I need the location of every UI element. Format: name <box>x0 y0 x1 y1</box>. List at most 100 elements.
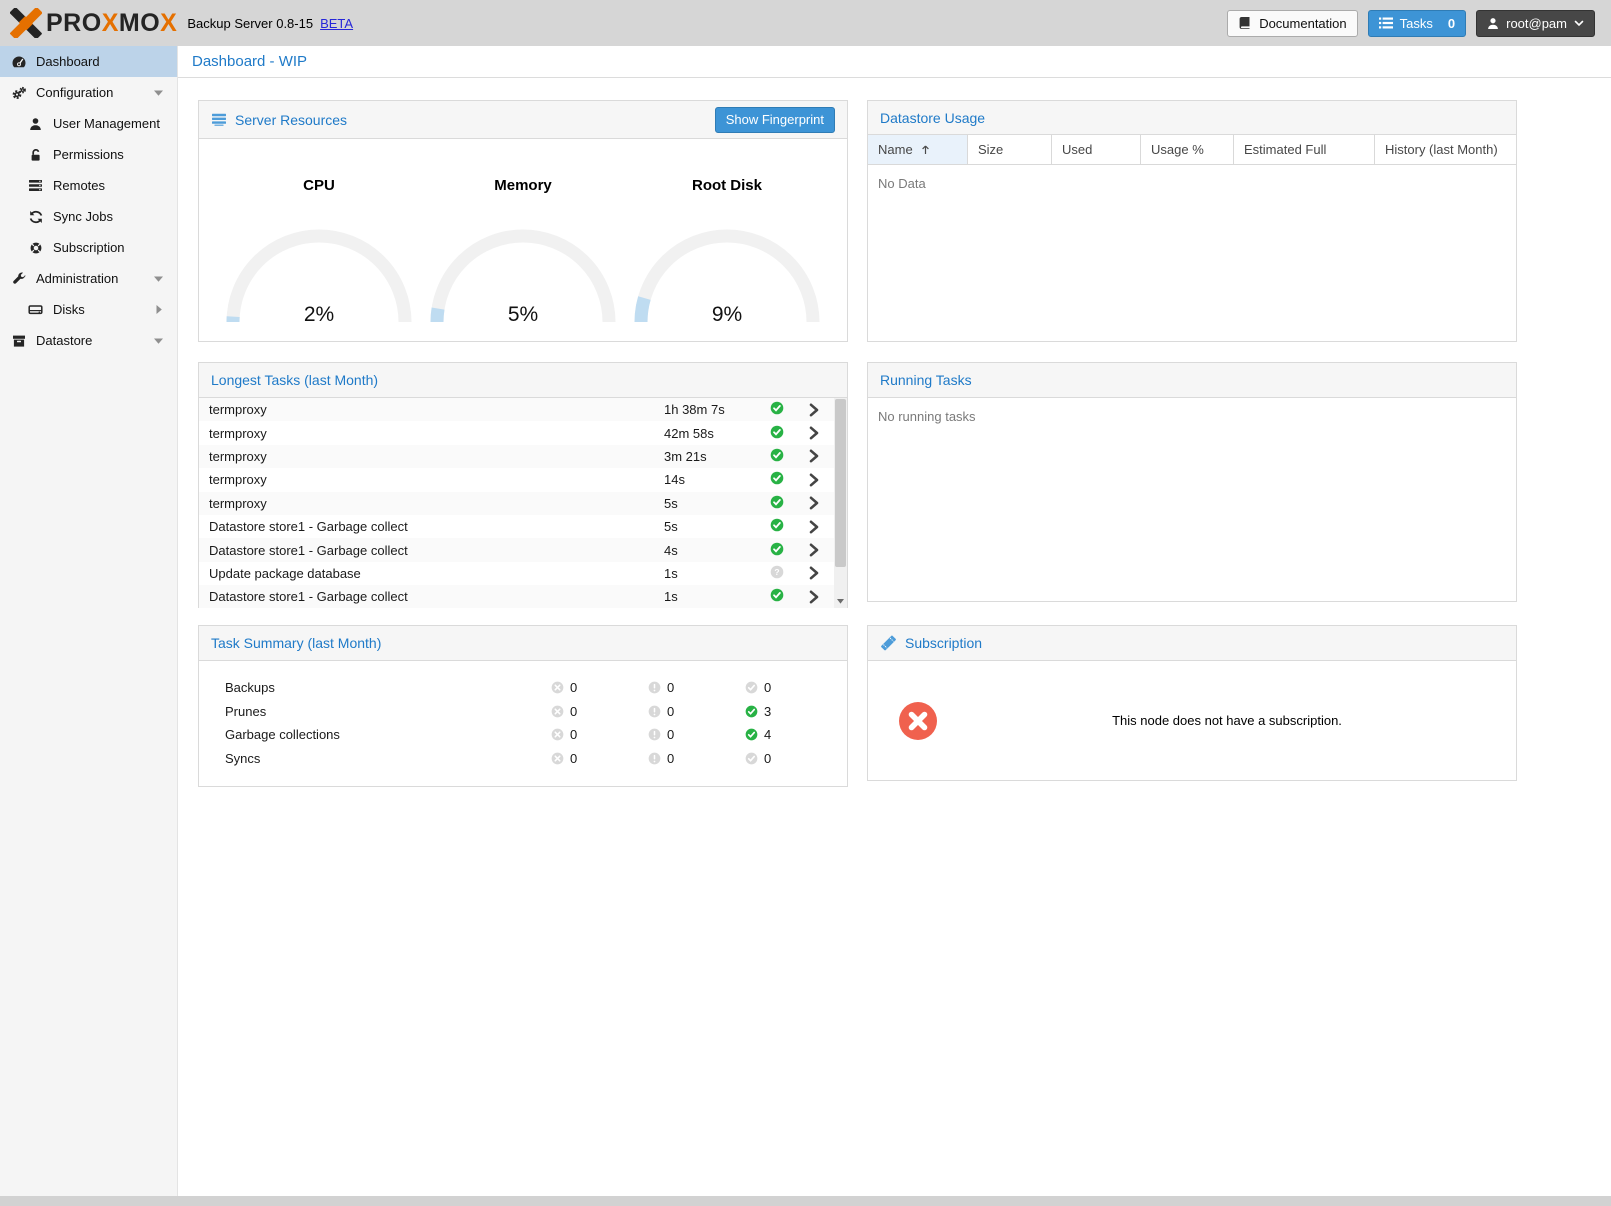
task-row[interactable]: Datastore store1 - Garbage collect 4s ? <box>199 538 834 561</box>
tachometer-icon <box>10 55 27 69</box>
task-row[interactable]: Datastore store1 - Garbage collect 1s ? <box>199 585 834 608</box>
task-status-icon: ? <box>770 471 784 485</box>
longest-tasks-title: Longest Tasks (last Month) <box>211 372 378 388</box>
proxmox-backup-app: PROXMOX Backup Server 0.8-15 BETA Docume… <box>0 0 1611 1206</box>
sidebar-item-datastore[interactable]: Datastore <box>0 325 177 356</box>
memory-gauge: Memory 5% <box>421 139 625 341</box>
sidebar-item-remotes[interactable]: Remotes <box>0 170 177 201</box>
task-summary-title: Task Summary (last Month) <box>211 635 381 651</box>
caret-right-icon <box>150 305 167 314</box>
chevron-right-icon[interactable] <box>794 566 834 580</box>
column-header-history[interactable]: History (last Month) <box>1375 135 1516 164</box>
task-status-icon: ? <box>770 448 784 462</box>
task-row[interactable]: termproxy 1h 38m 7s ? <box>199 398 834 421</box>
top-bar-actions: Documentation Tasks 0 root@pam <box>1227 10 1595 37</box>
tasks-count-badge: 0 <box>1448 16 1455 31</box>
sidebar-item-sync-jobs[interactable]: Sync Jobs <box>0 201 177 232</box>
sidebar-item-configuration[interactable]: Configuration <box>0 77 177 108</box>
datastore-usage-title: Datastore Usage <box>880 110 985 126</box>
sidebar: Dashboard Configuration User Management <box>0 46 178 1196</box>
cpu-gauge: CPU 2% <box>217 139 421 341</box>
book-icon <box>1238 16 1252 30</box>
task-row[interactable]: termproxy 3m 21s ? <box>199 445 834 468</box>
task-row[interactable]: Update package database 1s ? <box>199 562 834 585</box>
sidebar-item-user-management[interactable]: User Management <box>0 108 177 139</box>
sort-up-icon <box>921 144 930 155</box>
server-resources-body: CPU 2% Memory <box>199 139 847 341</box>
column-header-usage-pct[interactable]: Usage % <box>1141 135 1234 164</box>
sidebar-item-dashboard[interactable]: Dashboard <box>0 46 177 77</box>
svg-text:?: ? <box>774 567 779 577</box>
task-type-label: Garbage collections <box>225 727 551 742</box>
task-summary-panel: Task Summary (last Month) Backups 0 0 0 … <box>198 625 848 787</box>
proxmox-logo[interactable]: PROXMOX <box>10 8 177 38</box>
sidebar-item-permissions[interactable]: Permissions <box>0 139 177 170</box>
caret-down-icon <box>150 90 167 96</box>
ok-circle-icon <box>745 728 758 741</box>
error-circle-icon <box>551 705 564 718</box>
error-circle-icon <box>551 728 564 741</box>
chevron-right-icon[interactable] <box>794 449 834 463</box>
ok-circle-icon <box>745 752 758 765</box>
tasks-scrollbar[interactable] <box>834 398 847 608</box>
right-column: Datastore Usage Name Size Used Usage % E… <box>867 100 1517 781</box>
sidebar-item-disks[interactable]: Disks <box>0 294 177 325</box>
sidebar-item-subscription[interactable]: Subscription <box>0 232 177 263</box>
task-summary-row: Prunes 0 0 3 <box>199 700 847 724</box>
caret-down-icon <box>150 338 167 344</box>
column-header-name[interactable]: Name <box>868 135 968 164</box>
sync-icon <box>27 210 44 224</box>
sidebar-item-administration[interactable]: Administration <box>0 263 177 294</box>
svg-text:2%: 2% <box>304 303 334 326</box>
column-header-estimated-full[interactable]: Estimated Full <box>1234 135 1375 164</box>
chevron-right-icon[interactable] <box>794 590 834 604</box>
task-row[interactable]: termproxy 5s ? <box>199 492 834 515</box>
task-row[interactable]: termproxy 14s ? <box>199 468 834 491</box>
chevron-right-icon[interactable] <box>794 520 834 534</box>
task-row[interactable]: termproxy 42m 58s ? <box>199 421 834 444</box>
running-tasks-header: Running Tasks <box>868 363 1516 398</box>
task-status-icon: ? <box>770 565 784 579</box>
wrench-icon <box>10 272 27 286</box>
subscription-message: This node does not have a subscription. <box>938 713 1516 728</box>
datastore-usage-panel: Datastore Usage Name Size Used Usage % E… <box>867 100 1517 342</box>
server-resources-title: Server Resources <box>235 112 347 128</box>
chevron-right-icon[interactable] <box>794 473 834 487</box>
chevron-right-icon[interactable] <box>794 496 834 510</box>
user-menu-button[interactable]: root@pam <box>1476 10 1595 37</box>
task-summary-header: Task Summary (last Month) <box>199 626 847 661</box>
scrollbar-thumb[interactable] <box>835 399 846 567</box>
task-row[interactable]: Datastore store1 - Garbage collect 5s ? <box>199 515 834 538</box>
svg-text:9%: 9% <box>712 303 742 326</box>
task-status-icon: ? <box>770 495 784 509</box>
datastore-usage-header: Datastore Usage <box>868 101 1516 135</box>
longest-tasks-list: termproxy 1h 38m 7s ? termproxy 42m 58s … <box>199 398 847 608</box>
beta-link[interactable]: BETA <box>320 16 353 31</box>
chevron-right-icon[interactable] <box>794 403 834 417</box>
task-type-label: Syncs <box>225 751 551 766</box>
show-fingerprint-button[interactable]: Show Fingerprint <box>715 107 835 133</box>
task-status-icon: ? <box>770 518 784 532</box>
unlock-icon <box>27 148 44 162</box>
task-type-label: Backups <box>225 680 551 695</box>
user-icon <box>1487 17 1499 30</box>
tasks-button[interactable]: Tasks 0 <box>1368 10 1466 37</box>
no-running-tasks-text: No running tasks <box>868 398 1516 435</box>
life-ring-icon <box>27 241 44 255</box>
top-bar: PROXMOX Backup Server 0.8-15 BETA Docume… <box>0 0 1611 46</box>
chevron-right-icon[interactable] <box>794 543 834 557</box>
hdd-icon <box>27 303 44 316</box>
chevron-right-icon[interactable] <box>794 426 834 440</box>
svg-text:5%: 5% <box>508 303 538 326</box>
column-header-used[interactable]: Used <box>1052 135 1141 164</box>
subscription-panel: Subscription This node does not have a s… <box>867 625 1517 781</box>
proxmox-wordmark: PROXMOX <box>46 9 177 38</box>
chevron-down-icon <box>1574 20 1584 27</box>
warning-circle-icon <box>648 728 661 741</box>
server-resources-header: Server Resources Show Fingerprint <box>199 101 847 139</box>
scrollbar-down-arrow[interactable] <box>834 595 847 608</box>
longest-tasks-header: Longest Tasks (last Month) <box>199 363 847 398</box>
documentation-button[interactable]: Documentation <box>1227 10 1357 37</box>
no-subscription-icon <box>898 701 938 741</box>
column-header-size[interactable]: Size <box>968 135 1052 164</box>
